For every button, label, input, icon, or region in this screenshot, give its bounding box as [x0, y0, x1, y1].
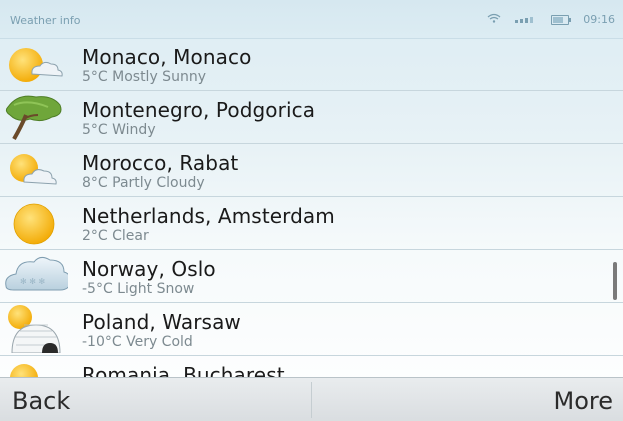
- very-cold-igloo-icon: [2, 305, 68, 354]
- clear-sun-icon: [2, 199, 68, 247]
- clock: 09:16: [583, 13, 615, 26]
- list-item[interactable]: Monaco, Monaco 5°C Mostly Sunny: [0, 38, 623, 91]
- status-icons: 09:16: [487, 13, 615, 26]
- weather-screen: Weather info 09:16 Monaco, Monaco 5°C Mo…: [0, 0, 623, 421]
- weather-condition: 5°C Windy: [82, 122, 156, 138]
- weather-condition: -5°C Light Snow: [82, 281, 195, 297]
- city-name: Norway, Oslo: [82, 257, 216, 281]
- mostly-sunny-icon: [2, 40, 68, 88]
- weather-condition: 2°C Clear: [82, 228, 149, 244]
- app-title: Weather info: [10, 14, 81, 27]
- sun-icon: [2, 358, 68, 377]
- light-snow-icon: ✻ ✻ ✻: [2, 252, 71, 300]
- city-name: Poland, Warsaw: [82, 310, 241, 334]
- windy-tree-icon: [2, 93, 68, 141]
- list-item[interactable]: Poland, Warsaw -10°C Very Cold: [0, 303, 623, 356]
- list-item[interactable]: Romania, Bucharest: [0, 356, 623, 377]
- weather-condition: 8°C Partly Cloudy: [82, 175, 205, 191]
- city-name: Monaco, Monaco: [82, 45, 252, 69]
- more-button[interactable]: More: [554, 387, 614, 415]
- svg-text:✻ ✻ ✻: ✻ ✻ ✻: [20, 277, 45, 286]
- city-name: Netherlands, Amsterdam: [82, 204, 335, 228]
- battery-icon: [551, 14, 572, 25]
- signal-icon: [515, 13, 537, 26]
- softkey-divider: [311, 382, 312, 418]
- list-item[interactable]: Netherlands, Amsterdam 2°C Clear: [0, 197, 623, 250]
- wifi-icon: [487, 13, 501, 26]
- location-list[interactable]: Monaco, Monaco 5°C Mostly Sunny Monteneg…: [0, 38, 623, 377]
- list-item[interactable]: ✻ ✻ ✻ Norway, Oslo -5°C Light Snow: [0, 250, 623, 303]
- weather-condition: -10°C Very Cold: [82, 334, 193, 350]
- city-name: Morocco, Rabat: [82, 151, 239, 175]
- city-name: Romania, Bucharest: [82, 363, 285, 377]
- weather-condition: 5°C Mostly Sunny: [82, 69, 206, 85]
- back-button[interactable]: Back: [12, 387, 70, 415]
- partly-cloudy-icon: [2, 146, 68, 194]
- status-bar: Weather info 09:16: [0, 0, 623, 39]
- softkey-bar: Back More: [0, 377, 623, 421]
- list-item[interactable]: Montenegro, Podgorica 5°C Windy: [0, 91, 623, 144]
- city-name: Montenegro, Podgorica: [82, 98, 316, 122]
- list-item[interactable]: Morocco, Rabat 8°C Partly Cloudy: [0, 144, 623, 197]
- scrollbar[interactable]: [613, 262, 617, 300]
